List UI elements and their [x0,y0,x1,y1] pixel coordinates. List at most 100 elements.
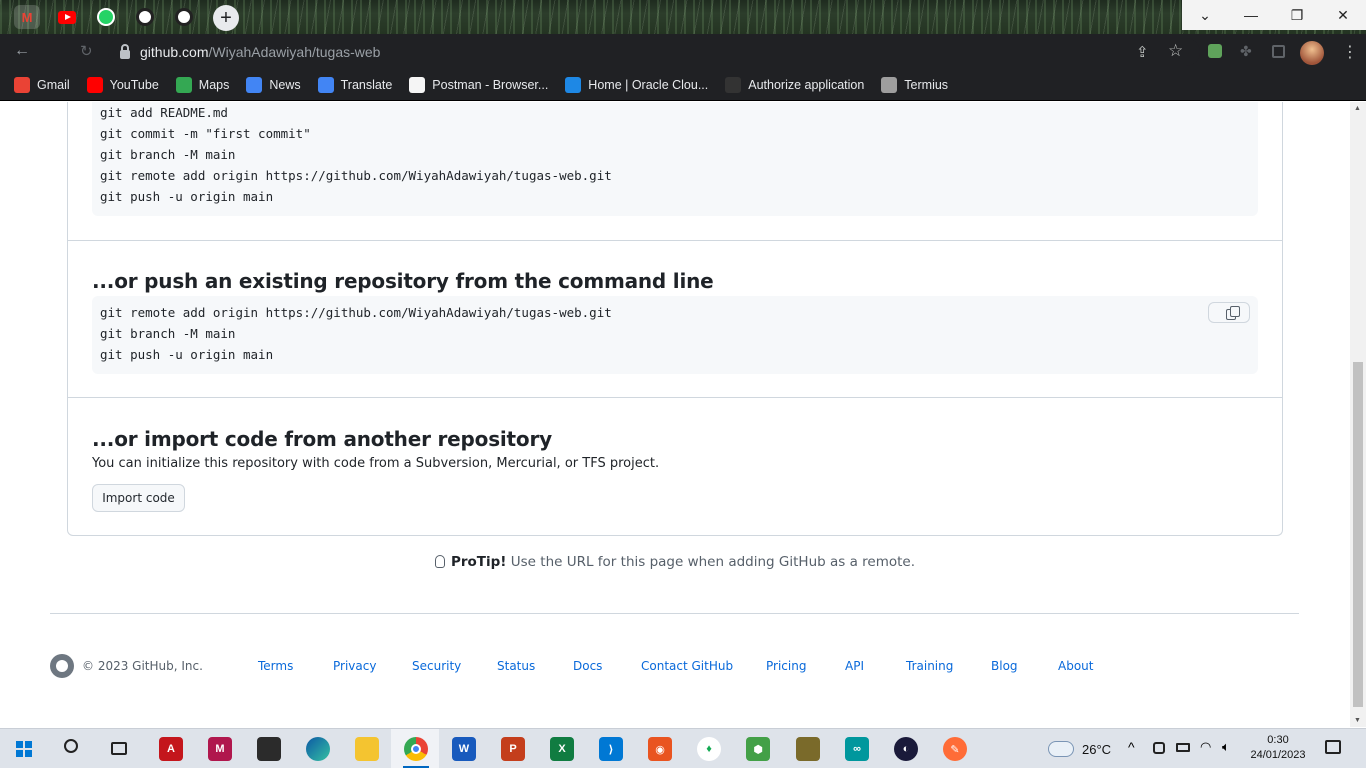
reload-icon[interactable]: ↻ [80,42,93,60]
footer-link-blog[interactable]: Blog [991,659,1018,673]
weather-cloud-icon [1048,741,1074,757]
notification-icon[interactable] [1325,740,1341,754]
address-bar[interactable]: github.com/WiyahAdawiyah/tugas-web [108,38,1200,66]
restore-button[interactable]: ❐ [1274,0,1320,30]
task-view-icon[interactable] [111,742,127,755]
footer-copyright: © 2023 GitHub, Inc. [82,659,203,673]
postman-icon [409,77,426,93]
bookmark-label: Maps [198,78,230,92]
mongodb-icon[interactable]: ♦ [697,737,721,761]
plus-icon: + [220,6,232,29]
bookmark-label: Gmail [37,78,70,92]
tab-youtube[interactable] [54,5,80,29]
scroll-down-icon[interactable]: ▼ [1354,717,1361,724]
url-path: /WiyahAdawiyah/tugas-web [208,44,381,60]
word-icon[interactable]: W [452,737,476,761]
excel-icon[interactable]: X [550,737,574,761]
menu-icon[interactable]: ⋮ [1342,42,1358,62]
tab-github-1[interactable] [132,5,158,29]
cloud-icon [565,77,582,93]
sidepanel-icon[interactable] [1272,45,1285,58]
whatsapp-icon [97,8,115,26]
bookmark-item[interactable]: Translate [317,77,392,93]
bookmark-item[interactable]: Maps [175,77,230,93]
footer-link-pricing[interactable]: Pricing [766,659,806,673]
extension-icon[interactable] [1208,44,1222,58]
tab-whatsapp[interactable] [93,5,119,29]
arduino-icon[interactable]: ∞ [845,737,869,761]
edge-icon[interactable] [306,737,330,761]
bookmark-item[interactable]: Postman - Browser... [409,77,548,93]
file-explorer-icon[interactable] [355,737,379,761]
close-button[interactable]: ✕ [1320,0,1366,30]
mendeley-icon[interactable]: M [208,737,232,761]
bookmark-item[interactable]: Gmail [14,77,70,93]
footer-link-security[interactable]: Security [412,659,461,673]
github-logo-icon[interactable] [50,654,74,678]
page-scrollbar[interactable]: ▲ ▼ [1350,102,1366,727]
bookmark-item[interactable]: Termius [881,77,948,93]
bookmark-item[interactable]: Authorize application [725,77,864,93]
github-icon [725,77,742,93]
tab-github-2[interactable] [171,5,197,29]
powerpoint-icon[interactable]: P [501,737,525,761]
new-tab-button[interactable]: + [213,5,239,31]
push-code-block[interactable]: git remote add origin https://github.com… [92,296,1258,374]
wifi-icon[interactable]: ◠ [1200,739,1211,755]
bookmark-item[interactable]: Home | Oracle Clou... [565,77,708,93]
weather-widget[interactable]: 26°C [1048,729,1111,769]
chrome-icon[interactable] [404,737,428,761]
start-button[interactable] [16,741,32,757]
push-heading: ...or push an existing repository from t… [92,269,714,293]
footer-link-privacy[interactable]: Privacy [333,659,376,673]
battery-icon[interactable] [1176,743,1190,752]
theme-background [0,0,1366,34]
import-description: You can initialize this repository with … [92,456,660,471]
vscode-icon[interactable]: ⟩ [599,737,623,761]
scroll-up-icon[interactable]: ▲ [1354,105,1361,112]
eclipse-icon[interactable]: ◐ [894,737,918,761]
bookmark-star-icon[interactable]: ☆ [1168,41,1183,61]
new-repo-code-block[interactable]: git add README.md git commit -m "first c… [92,102,1258,216]
clock[interactable]: 0:30 24/01/2023 [1244,733,1312,763]
import-code-button[interactable]: Import code [92,484,185,512]
tab-gmail[interactable]: M [14,5,40,29]
search-icon[interactable] [64,739,78,753]
sticky-notes-icon[interactable] [257,737,281,761]
share-icon[interactable]: ⇪ [1136,43,1149,61]
bookmark-item[interactable]: YouTube [86,77,159,93]
puzzle-icon[interactable]: ✤ [1240,43,1252,60]
meet-icon[interactable] [1153,742,1165,754]
windows-taskbar: A M W P X ⟩ ◉ ♦ ⬢ ∞ ◐ ✎ 26°C ^ ◠ 🔈︎ 0:30… [0,728,1366,769]
copy-button[interactable] [1208,302,1250,323]
youtube-icon [58,10,76,24]
minimize-button[interactable]: — [1228,0,1274,30]
weather-temp: 26°C [1082,741,1112,757]
bookmark-label: Postman - Browser... [432,78,549,92]
tab-search-button[interactable]: ⌄ [1182,0,1228,30]
footer-link-status[interactable]: Status [497,659,535,673]
protip-label: ProTip! [450,554,507,570]
clock-time: 0:30 [1267,734,1289,746]
back-icon[interactable]: ← [14,42,30,60]
github-page: git add README.md git commit -m "first c… [0,102,1350,727]
footer-link-training[interactable]: Training [906,659,953,673]
app-icon[interactable] [796,737,820,761]
nodejs-icon[interactable]: ⬢ [746,737,770,761]
footer-link-contact-github[interactable]: Contact GitHub [641,659,733,673]
footer-link-api[interactable]: API [845,659,864,673]
acrobat-icon[interactable]: A [159,737,183,761]
footer-link-about[interactable]: About [1058,659,1093,673]
scrollbar-thumb[interactable] [1353,362,1363,707]
termius-icon [881,77,898,93]
bookmarks-bar: Gmail YouTube Maps News Translate Postman - B… [0,70,1366,101]
chevron-up-icon[interactable]: ^ [1128,739,1135,755]
ubuntu-icon[interactable]: ◉ [648,737,672,761]
footer-link-docs[interactable]: Docs [573,659,602,673]
footer-link-terms[interactable]: Terms [258,659,293,673]
bookmark-item[interactable]: News [246,77,301,93]
volume-icon[interactable]: 🔈︎ [1222,739,1230,755]
translate-icon [317,77,334,93]
avatar[interactable] [1300,41,1324,65]
postman-taskbar-icon[interactable]: ✎ [943,737,967,761]
